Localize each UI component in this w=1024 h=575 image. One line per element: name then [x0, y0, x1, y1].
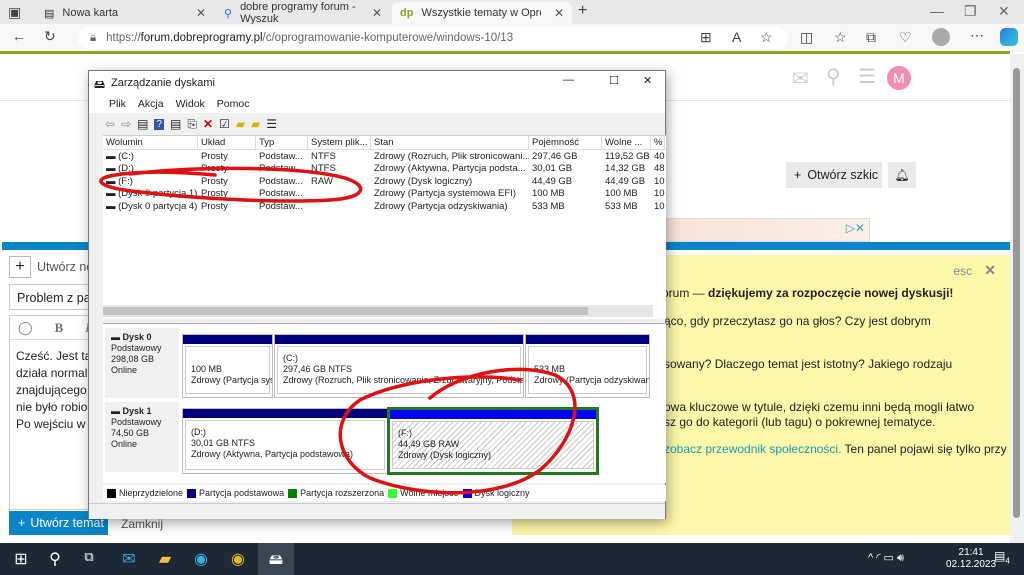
disk-management-taskbar-icon[interactable]: 🖴︎ [258, 543, 294, 575]
notification-center-icon[interactable]: ▤4 [994, 549, 1010, 565]
annotation-circle-partition [338, 367, 577, 495]
chrome-icon[interactable]: ◉ [227, 549, 249, 569]
taskbar: ⊞ ⚲ ⧉ ✉ ▰ ◉ ◉ 🖴︎ ^ ◜ ▭ 🔊︎ 21:41 02.12.202… [0, 543, 1024, 575]
mail-app-icon[interactable]: ✉ [118, 549, 140, 569]
search-icon[interactable]: ⚲ [44, 549, 66, 569]
annotation-circle-table [99, 166, 363, 203]
tray-icons[interactable]: ^ ◜ ▭ 🔊︎ [868, 551, 904, 565]
task-view-icon[interactable]: ⧉ [78, 549, 100, 569]
start-icon[interactable]: ⊞ [10, 549, 32, 569]
edge-icon[interactable]: ◉ [190, 549, 212, 569]
red-annotation-overlay [99, 166, 577, 495]
file-explorer-icon[interactable]: ▰ [154, 549, 176, 569]
clock[interactable]: 21:41 02.12.2023 [946, 547, 996, 571]
